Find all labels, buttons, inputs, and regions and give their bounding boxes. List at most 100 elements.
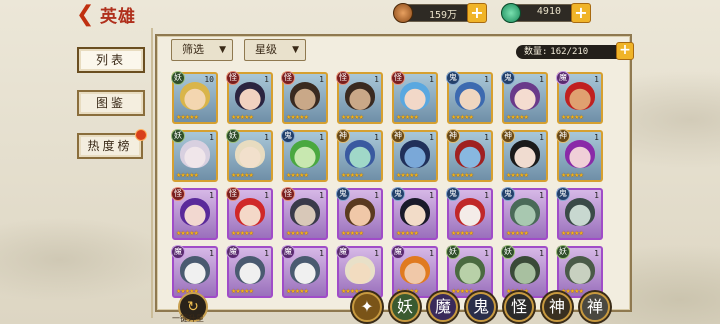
sidebar-item-list[interactable]: 列表: [77, 47, 145, 73]
add-jade-button[interactable]: +: [571, 3, 591, 23]
faction-badge: 鬼: [501, 187, 515, 201]
one-key-upgrade-label: 一键升星: [172, 314, 204, 323]
hero-level: 1: [264, 133, 269, 142]
faction-filter-button[interactable]: 魔: [428, 292, 458, 322]
faction-badge: 怪: [281, 187, 295, 201]
faction-badge: 怪: [336, 71, 350, 85]
hero-level: 1: [264, 249, 269, 258]
hero-card[interactable]: 怪 1 ★★★★★: [281, 71, 328, 124]
hero-card[interactable]: 神 1 ★★★★★: [556, 129, 603, 182]
hero-portrait: [510, 82, 540, 110]
hero-card[interactable]: 魔1★★★★★: [226, 245, 273, 298]
faction-filter-button[interactable]: 妖: [390, 292, 420, 322]
faction-badge: 妖: [171, 71, 185, 85]
star-rating: ★★★★★: [231, 114, 254, 121]
hero-portrait: [400, 256, 430, 284]
hero-level: 1: [539, 191, 544, 200]
hero-level: 1: [319, 133, 324, 142]
star-rating: ★★★★★: [506, 172, 529, 179]
hero-level: 1: [374, 191, 379, 200]
hero-portrait: [235, 198, 265, 226]
hero-card[interactable]: 妖1★★★★★: [226, 129, 273, 182]
faction-filter-button[interactable]: 鬼: [466, 292, 496, 322]
hero-card[interactable]: 怪 1 ★★★★★: [226, 71, 273, 124]
sidebar-item-ranking[interactable]: 热度榜: [77, 129, 147, 159]
star-rating: ★★★★★: [286, 114, 309, 121]
hero-level: 1: [594, 75, 599, 84]
hero-portrait: [565, 82, 595, 110]
hero-level: 1: [484, 191, 489, 200]
hero-card[interactable]: 怪 1 ★★★★★: [336, 71, 383, 124]
star-dropdown[interactable]: 星级 ▼: [244, 39, 306, 61]
faction-badge: 神: [336, 129, 350, 143]
hero-card[interactable]: 神 1 ★★★★★: [336, 129, 383, 182]
hero-card[interactable]: 鬼 1 ★★★★★: [391, 187, 438, 240]
hero-card[interactable]: 妖1★★★★★: [171, 129, 218, 182]
star-rating: ★★★★★: [231, 230, 254, 237]
hero-card[interactable]: 神 1 ★★★★★: [391, 129, 438, 182]
hero-card[interactable]: 魔1★★★★★: [281, 245, 328, 298]
expand-capacity-button[interactable]: +: [616, 42, 634, 60]
faction-filter-button[interactable]: 神: [542, 292, 572, 322]
hero-card[interactable]: 妖1★★★★★: [556, 245, 603, 298]
faction-filter-button[interactable]: 怪: [504, 292, 534, 322]
hero-card[interactable]: 怪 1 ★★★★★: [171, 187, 218, 240]
hero-level: 1: [209, 191, 214, 200]
hero-portrait: [400, 140, 430, 168]
hero-portrait: [345, 82, 375, 110]
hero-card[interactable]: 妖1★★★★★: [446, 245, 493, 298]
hero-card[interactable]: 鬼 1 ★★★★★: [501, 187, 548, 240]
hero-card[interactable]: 神 1 ★★★★★: [446, 129, 493, 182]
star-rating: ★★★★★: [341, 172, 364, 179]
sidebar-item-codex[interactable]: 图鉴: [77, 90, 145, 116]
hero-card[interactable]: 鬼 1 ★★★★★: [446, 187, 493, 240]
star-rating: ★★★★★: [506, 114, 529, 121]
count-value: 162/210: [550, 47, 589, 57]
hero-portrait: [400, 198, 430, 226]
filter-label: 筛选: [182, 43, 204, 56]
hero-card[interactable]: 鬼 1 ★★★★★: [501, 71, 548, 124]
filter-dropdown[interactable]: 筛选 ▼: [171, 39, 233, 61]
hero-card[interactable]: 鬼 1 ★★★★★: [336, 187, 383, 240]
hero-card[interactable]: 妖1★★★★★: [501, 245, 548, 298]
hero-card[interactable]: 魔1★★★★★: [171, 245, 218, 298]
hero-card[interactable]: 怪 1 ★★★★★: [391, 71, 438, 124]
hero-card[interactable]: 妖 10 ★★★★★: [171, 71, 218, 124]
faction-all-button[interactable]: ✦: [352, 292, 382, 322]
star-rating: ★★★★★: [286, 230, 309, 237]
hero-card[interactable]: 神 1 ★★★★★: [501, 129, 548, 182]
star-rating: ★★★★★: [286, 172, 309, 179]
hero-portrait: [565, 256, 595, 284]
hero-portrait: [235, 140, 265, 168]
hero-card[interactable]: 鬼 1 ★★★★★: [281, 129, 328, 182]
faction-badge: 鬼: [446, 71, 460, 85]
faction-filter-button[interactable]: 禅: [580, 292, 610, 322]
hero-card[interactable]: 魔1★★★★★: [391, 245, 438, 298]
faction-badge: 神: [556, 129, 570, 143]
coin-value: 159万: [428, 10, 457, 21]
add-coins-button[interactable]: +: [467, 3, 487, 23]
chevron-down-icon: ▼: [292, 45, 299, 55]
hero-card[interactable]: 鬼 1 ★★★★★: [446, 71, 493, 124]
star-rating: ★★★★★: [451, 288, 474, 295]
star-rating: ★★★★★: [341, 230, 364, 237]
hero-level: 1: [374, 75, 379, 84]
hero-level: 1: [539, 249, 544, 258]
hero-card[interactable]: 鬼 1 ★★★★★: [556, 187, 603, 240]
hero-level: 1: [484, 75, 489, 84]
hero-card[interactable]: 魔1★★★★★: [336, 245, 383, 298]
hero-level: 1: [594, 249, 599, 258]
divider: [151, 28, 153, 318]
faction-badge: 神: [391, 129, 405, 143]
hero-grid: 妖 10 ★★★★★ 怪 1 ★★★★★ 怪 1 ★★★★★ 怪 1 ★★★★★ 怪 1 ★★★★★ 鬼 1 ★★…: [168, 68, 618, 312]
hero-level: 1: [374, 133, 379, 142]
hero-card[interactable]: 魔1★★★★★: [556, 71, 603, 124]
hero-card[interactable]: 怪 1 ★★★★★: [226, 187, 273, 240]
hero-portrait: [290, 198, 320, 226]
hero-card[interactable]: 怪 1 ★★★★★: [281, 187, 328, 240]
star-rating: ★★★★★: [341, 114, 364, 121]
back-arrow-icon[interactable]: ❮: [76, 4, 98, 26]
hero-portrait: [290, 82, 320, 110]
hero-portrait: [235, 82, 265, 110]
hero-portrait: [400, 82, 430, 110]
